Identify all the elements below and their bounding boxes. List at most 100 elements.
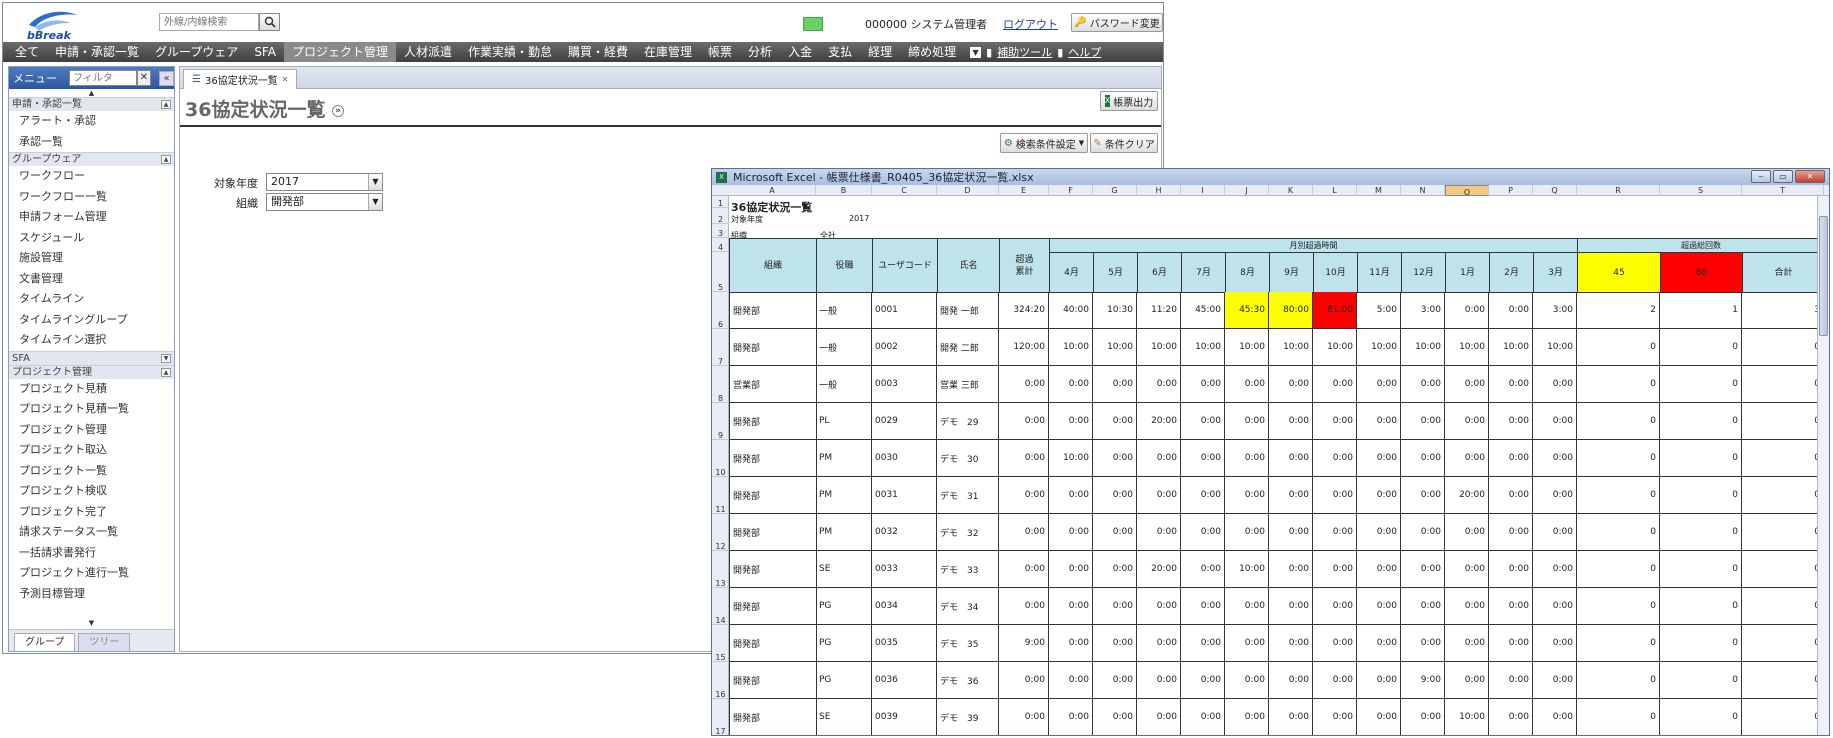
table-cell[interactable]: 0002 — [872, 329, 937, 366]
table-cell[interactable]: 0:00 — [1093, 625, 1137, 662]
table-cell[interactable]: 0:00 — [1445, 551, 1489, 588]
table-cell[interactable]: 10:00 — [1489, 329, 1533, 366]
column-header[interactable]: B — [816, 185, 872, 196]
column-header[interactable]: G — [1093, 185, 1137, 196]
row-header[interactable]: 7 — [712, 329, 729, 366]
table-cell[interactable]: 0001 — [872, 292, 937, 329]
table-cell[interactable]: 9:00 — [999, 625, 1049, 662]
table-cell[interactable]: 0:00 — [1049, 662, 1093, 699]
column-header[interactable]: F — [1049, 185, 1093, 196]
search-button[interactable] — [259, 13, 280, 31]
table-cell[interactable]: 0:00 — [1093, 440, 1137, 477]
table-cell[interactable]: 0:00 — [1181, 514, 1225, 551]
table-cell[interactable]: デモ 39 — [937, 699, 999, 735]
table-cell[interactable]: SE — [816, 551, 872, 588]
table-cell[interactable]: 一般 — [816, 366, 872, 403]
table-header-cell[interactable]: 1月 — [1445, 252, 1490, 293]
column-header[interactable]: E — [999, 185, 1049, 196]
tools-link[interactable]: 補助ツール — [997, 44, 1052, 60]
extension-search-input[interactable] — [159, 13, 259, 31]
row-header[interactable]: 14 — [712, 588, 729, 625]
table-cell[interactable]: PM — [816, 514, 872, 551]
table-cell[interactable]: 10:00 — [1137, 329, 1181, 366]
table-cell[interactable]: 0:00 — [1533, 477, 1577, 514]
nav-item[interactable]: SFA — [246, 42, 284, 62]
table-cell[interactable]: 0:00 — [1313, 662, 1357, 699]
row-header[interactable]: 17 — [712, 699, 729, 735]
table-cell[interactable]: 0003 — [872, 366, 937, 403]
table-cell[interactable]: 0:00 — [1313, 699, 1357, 735]
meta-year-label[interactable]: 対象年度 — [731, 214, 763, 225]
table-cell[interactable]: 0 — [1660, 366, 1742, 403]
table-header-cell[interactable]: 45 — [1577, 252, 1661, 293]
table-cell[interactable]: 開発部 — [729, 551, 817, 588]
table-cell[interactable]: 0:00 — [1401, 403, 1445, 440]
close-icon[interactable]: ✕ — [1795, 170, 1825, 183]
table-cell[interactable]: 一般 — [816, 292, 872, 329]
logout-link[interactable]: ログアウト — [1003, 16, 1058, 32]
table-cell[interactable]: 0 — [1742, 662, 1824, 699]
sidebar-item[interactable]: 施設管理 — [9, 248, 174, 269]
row-header[interactable]: 12 — [712, 514, 729, 551]
table-cell[interactable]: 0:00 — [1137, 625, 1181, 662]
table-cell[interactable]: 0:00 — [1181, 625, 1225, 662]
column-header[interactable]: H — [1137, 185, 1181, 196]
table-cell[interactable]: 0:00 — [1225, 403, 1269, 440]
dropdown-icon[interactable]: ▼ — [970, 46, 982, 58]
help-link[interactable]: ヘルプ — [1068, 44, 1101, 60]
table-cell[interactable]: 1 — [1660, 292, 1742, 329]
table-cell[interactable]: 0:00 — [1181, 440, 1225, 477]
sidebar-item[interactable]: プロジェクト見積 — [9, 379, 174, 400]
table-cell[interactable]: 0:00 — [999, 366, 1049, 403]
table-cell[interactable]: 0 — [1742, 699, 1824, 735]
sheet-title[interactable]: 36協定状況一覧 — [731, 199, 812, 215]
table-cell[interactable]: 3 — [1742, 292, 1824, 329]
table-header-cell[interactable]: 超過 累計 — [999, 238, 1050, 293]
table-cell[interactable]: 0:00 — [999, 662, 1049, 699]
table-cell[interactable]: 0033 — [872, 551, 937, 588]
table-cell[interactable]: 0:00 — [1225, 477, 1269, 514]
maximize-icon[interactable]: ▭ — [1773, 170, 1793, 183]
nav-item[interactable]: 申請・承認一覧 — [47, 42, 147, 62]
column-header[interactable]: A — [729, 185, 816, 196]
table-cell[interactable]: 0:00 — [1137, 588, 1181, 625]
table-cell[interactable]: 0039 — [872, 699, 937, 735]
table-cell[interactable]: 0:00 — [1137, 440, 1181, 477]
column-header[interactable]: T — [1742, 185, 1824, 196]
table-cell[interactable]: 0:00 — [1313, 514, 1357, 551]
table-cell[interactable]: 0:00 — [1445, 514, 1489, 551]
table-cell[interactable]: 0:00 — [1137, 366, 1181, 403]
table-cell[interactable]: 0:00 — [999, 551, 1049, 588]
nav-item[interactable]: 分析 — [740, 42, 780, 62]
column-header[interactable]: D — [937, 185, 999, 196]
sidebar-item[interactable]: スケジュール — [9, 228, 174, 249]
table-cell[interactable]: 10:00 — [1225, 329, 1269, 366]
sidebar-item[interactable]: プロジェクト取込 — [9, 440, 174, 461]
table-cell[interactable]: 0 — [1742, 551, 1824, 588]
row-header[interactable]: 16 — [712, 662, 729, 699]
table-cell[interactable]: 0:00 — [1489, 514, 1533, 551]
table-cell[interactable]: 0:00 — [1269, 588, 1313, 625]
table-cell[interactable]: 0 — [1577, 514, 1660, 551]
sidebar-item[interactable]: プロジェクト一覧 — [9, 461, 174, 482]
table-cell[interactable]: 20:00 — [1137, 551, 1181, 588]
table-cell[interactable]: 開発部 — [729, 403, 817, 440]
table-cell[interactable]: 0 — [1660, 440, 1742, 477]
table-cell[interactable]: 10:00 — [1181, 329, 1225, 366]
column-header[interactable]: I — [1181, 185, 1225, 196]
table-cell[interactable]: 0036 — [872, 662, 937, 699]
table-header-cell[interactable]: 役職 — [816, 238, 873, 293]
table-cell[interactable]: SE — [816, 699, 872, 735]
table-cell[interactable]: 0:00 — [1401, 625, 1445, 662]
row-header[interactable]: 4 — [712, 238, 729, 252]
table-cell[interactable]: 0:00 — [1313, 477, 1357, 514]
table-cell[interactable]: 0:00 — [1445, 662, 1489, 699]
menu-filter-input[interactable] — [69, 70, 137, 86]
table-cell[interactable]: 0:00 — [1049, 551, 1093, 588]
table-cell[interactable]: 0:00 — [1401, 477, 1445, 514]
table-cell[interactable]: 0032 — [872, 514, 937, 551]
table-cell[interactable]: 0:00 — [1533, 588, 1577, 625]
nav-item[interactable]: 締め処理 — [900, 42, 964, 62]
table-cell[interactable]: 0 — [1742, 514, 1824, 551]
table-cell[interactable]: 0 — [1660, 588, 1742, 625]
